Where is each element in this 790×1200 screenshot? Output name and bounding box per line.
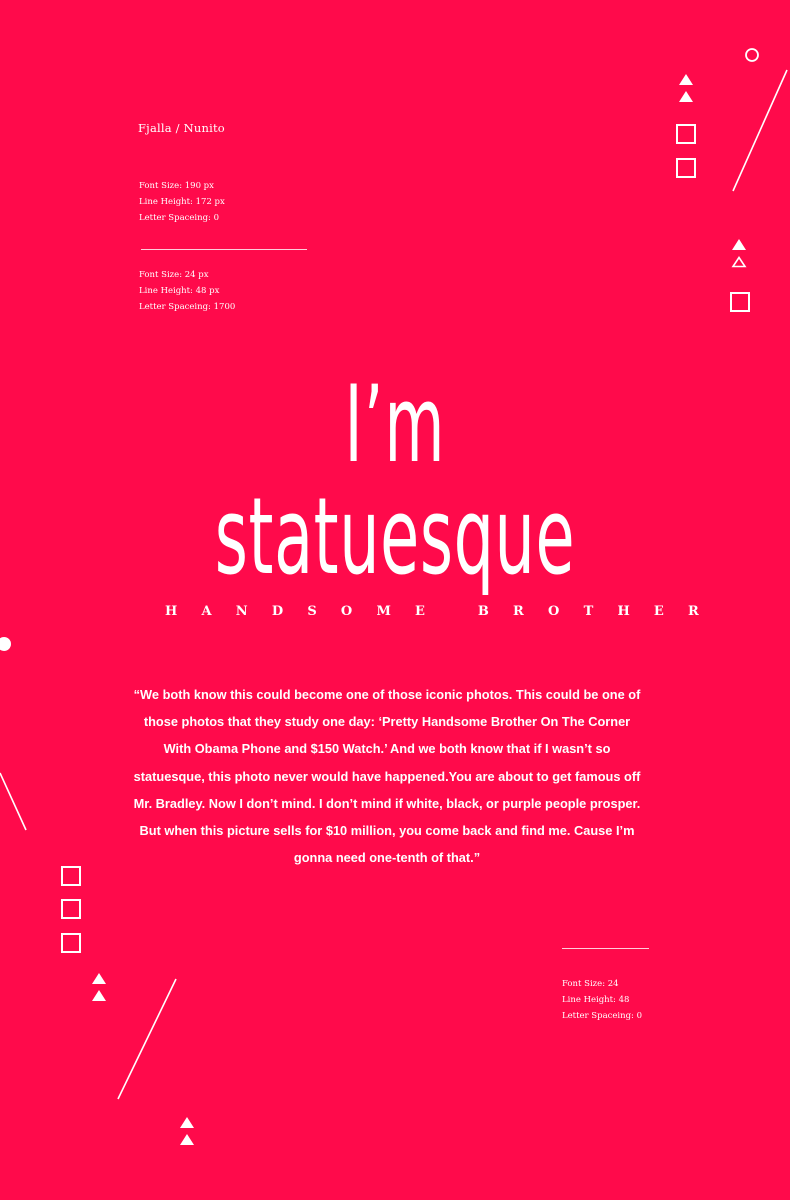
triangle-icon <box>180 1134 194 1145</box>
line <box>117 978 177 1100</box>
triangle-icon <box>180 1117 194 1128</box>
